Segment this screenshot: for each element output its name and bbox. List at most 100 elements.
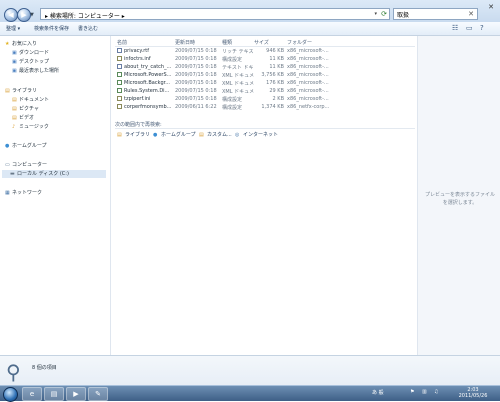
- volume-icon[interactable]: ♫: [434, 389, 438, 395]
- file-date: 2009/07/15 0:18: [175, 48, 217, 54]
- column-header-type[interactable]: 種類: [222, 39, 232, 46]
- refresh-icon[interactable]: ⟳: [381, 10, 387, 18]
- file-size: 176 KB: [266, 80, 284, 86]
- folder-icon: ▤: [199, 132, 204, 138]
- file-row[interactable]: tzpiperf.ini 2009/07/15 0:18 構成設定 2 KB x…: [111, 96, 417, 103]
- file-row[interactable]: Microsoft.Backgr... 2009/07/15 0:18 XML …: [111, 80, 417, 87]
- file-date: 2009/06/11 6:22: [175, 104, 217, 110]
- view-options-icon[interactable]: ☷: [452, 24, 458, 32]
- desktop-icon: ▣: [12, 59, 17, 65]
- header-divider: [115, 46, 415, 47]
- nav-item-downloads[interactable]: ▣ ダウンロード: [12, 49, 49, 57]
- file-size: 29 KB: [269, 88, 284, 94]
- location-label: インターネット: [243, 132, 279, 138]
- file-size: 11 KB: [269, 56, 284, 62]
- nav-item-recent[interactable]: ▣ 最近表示した場所: [12, 67, 59, 75]
- recent-places-icon: ▣: [12, 68, 17, 74]
- nav-label: ピクチャ: [19, 106, 39, 112]
- nav-label: ネットワーク: [12, 190, 43, 196]
- file-row[interactable]: Rules.System.Di... 2009/07/15 0:18 XML ド…: [111, 88, 417, 95]
- file-list: 名前 更新日時 種類 サイズ フォルダー privacy.rtf 2009/07…: [111, 36, 417, 355]
- network-icon: ▦: [5, 190, 10, 196]
- column-header-folder[interactable]: フォルダー: [287, 39, 312, 46]
- save-search-button[interactable]: 検索条件を保存: [34, 25, 69, 32]
- column-header-size[interactable]: サイズ: [254, 39, 269, 46]
- search-again-homegroup[interactable]: ● ホームグループ: [153, 131, 196, 138]
- media-player-taskbar-button[interactable]: ▶: [66, 387, 86, 401]
- library-icon: ▤: [117, 132, 122, 138]
- search-again-custom[interactable]: ▤ カスタム...: [199, 131, 232, 138]
- item-count: 8 個の項目: [32, 365, 57, 371]
- network-tray-icon[interactable]: ▥: [422, 389, 427, 395]
- homegroup-icon: ●: [153, 132, 158, 138]
- nav-item-desktop[interactable]: ▣ デスクトップ: [12, 58, 49, 66]
- burn-button[interactable]: 書き込む: [78, 25, 98, 32]
- folder-icon: ▤: [50, 390, 58, 398]
- search-again-internet[interactable]: ◎ インターネット: [235, 131, 278, 138]
- nav-item-computer[interactable]: ▭ コンピューター: [5, 161, 47, 169]
- file-row[interactable]: infoctrs.inf 2009/07/15 0:18 構成設定 11 KB …: [111, 56, 417, 63]
- back-button[interactable]: ◀: [4, 8, 18, 22]
- file-folder: x86_microsoft-...: [287, 80, 329, 86]
- xml-file-icon: [117, 80, 122, 85]
- music-icon: ♪: [12, 124, 16, 130]
- file-folder: x86_netfx-corp...: [287, 104, 330, 110]
- breadcrumb[interactable]: ▸ 検索場所: コンピューター ▸: [45, 11, 125, 20]
- nav-item-favorites[interactable]: ★ お気に入り: [5, 40, 37, 48]
- settings-file-icon: [117, 104, 122, 109]
- file-row[interactable]: Microsoft.PowerS... 2009/07/15 0:18 XML …: [111, 72, 417, 79]
- preview-pane-icon[interactable]: ▭: [466, 24, 473, 32]
- clock-date: 2011/05/26: [458, 393, 488, 399]
- file-folder: x86_microsoft-...: [287, 56, 329, 62]
- file-type: 構成設定: [222, 105, 243, 111]
- internet-icon: ◎: [235, 132, 240, 138]
- file-name: privacy.rtf: [117, 48, 173, 54]
- file-name: tzpiperf.ini: [117, 96, 173, 102]
- search-box[interactable]: ✕: [393, 8, 478, 20]
- file-row[interactable]: about_try_catch_... 2009/07/15 0:18 テキスト…: [111, 64, 417, 71]
- address-dropdown-icon[interactable]: ▾: [374, 11, 377, 17]
- hard-drive-icon: ▬: [10, 171, 15, 177]
- clock[interactable]: 2:03 2011/05/26: [453, 387, 493, 399]
- xml-file-icon: [117, 72, 122, 77]
- preview-pane: プレビューを表示するファイルを選択します。: [417, 36, 500, 355]
- nav-item-documents[interactable]: ▤ ドキュメント: [12, 96, 49, 104]
- search-input[interactable]: [394, 9, 467, 19]
- media-player-icon: ▶: [73, 390, 79, 398]
- nav-label: ビデオ: [19, 115, 35, 121]
- help-icon[interactable]: ?: [480, 24, 484, 32]
- nav-item-libraries[interactable]: ▤ ライブラリ: [5, 87, 37, 95]
- explorer-taskbar-button[interactable]: ▤: [44, 387, 64, 401]
- column-header-modified[interactable]: 更新日時: [175, 39, 195, 46]
- ime-indicator[interactable]: あ 般: [372, 389, 384, 396]
- file-size: 3,756 KB: [261, 72, 284, 78]
- nav-item-homegroup[interactable]: ● ホームグループ: [5, 142, 47, 150]
- search-again-divider: [115, 128, 415, 129]
- file-size: 2 KB: [272, 96, 284, 102]
- file-row[interactable]: corperfmonsymb... 2009/06/11 6:22 構成設定 1…: [111, 104, 417, 111]
- nav-item-network[interactable]: ▦ ネットワーク: [5, 189, 42, 197]
- file-row[interactable]: privacy.rtf 2009/07/15 0:18 リッチ テキスト... …: [111, 48, 417, 55]
- file-type: XML ドキュメント: [222, 81, 254, 87]
- window-close-button[interactable]: ✕: [484, 2, 498, 12]
- close-search-icon[interactable]: ✕: [468, 10, 474, 18]
- file-date: 2009/07/15 0:18: [175, 96, 217, 102]
- organize-button[interactable]: 整理 ▾: [6, 25, 20, 32]
- settings-file-icon: [117, 56, 122, 61]
- flag-icon[interactable]: ⚑: [410, 389, 414, 395]
- recent-pages-dropdown[interactable]: ▼: [30, 12, 34, 18]
- nav-item-videos[interactable]: ▤ ビデオ: [12, 114, 34, 122]
- search-again-label: 次の範囲内で再検索:: [115, 122, 162, 128]
- nav-item-music[interactable]: ♪ ミュージック: [12, 123, 49, 131]
- forward-button[interactable]: ▶: [17, 8, 31, 22]
- search-again-libraries[interactable]: ▤ ライブラリ: [117, 131, 150, 138]
- app-taskbar-button[interactable]: ✎: [88, 387, 108, 401]
- nav-item-local-disk[interactable]: ▬ ローカル ディスク (C:): [2, 170, 106, 178]
- downloads-folder-icon: ▣: [12, 50, 17, 56]
- ie-taskbar-button[interactable]: e: [22, 387, 42, 401]
- nav-item-pictures[interactable]: ▤ ピクチャ: [12, 105, 39, 113]
- address-bar[interactable]: ▸ 検索場所: コンピューター ▸ ▾ ⟳: [40, 8, 390, 20]
- column-header-name[interactable]: 名前: [117, 39, 127, 46]
- file-size: 946 KB: [266, 48, 284, 54]
- file-name-text: Rules.System.Di...: [124, 88, 170, 94]
